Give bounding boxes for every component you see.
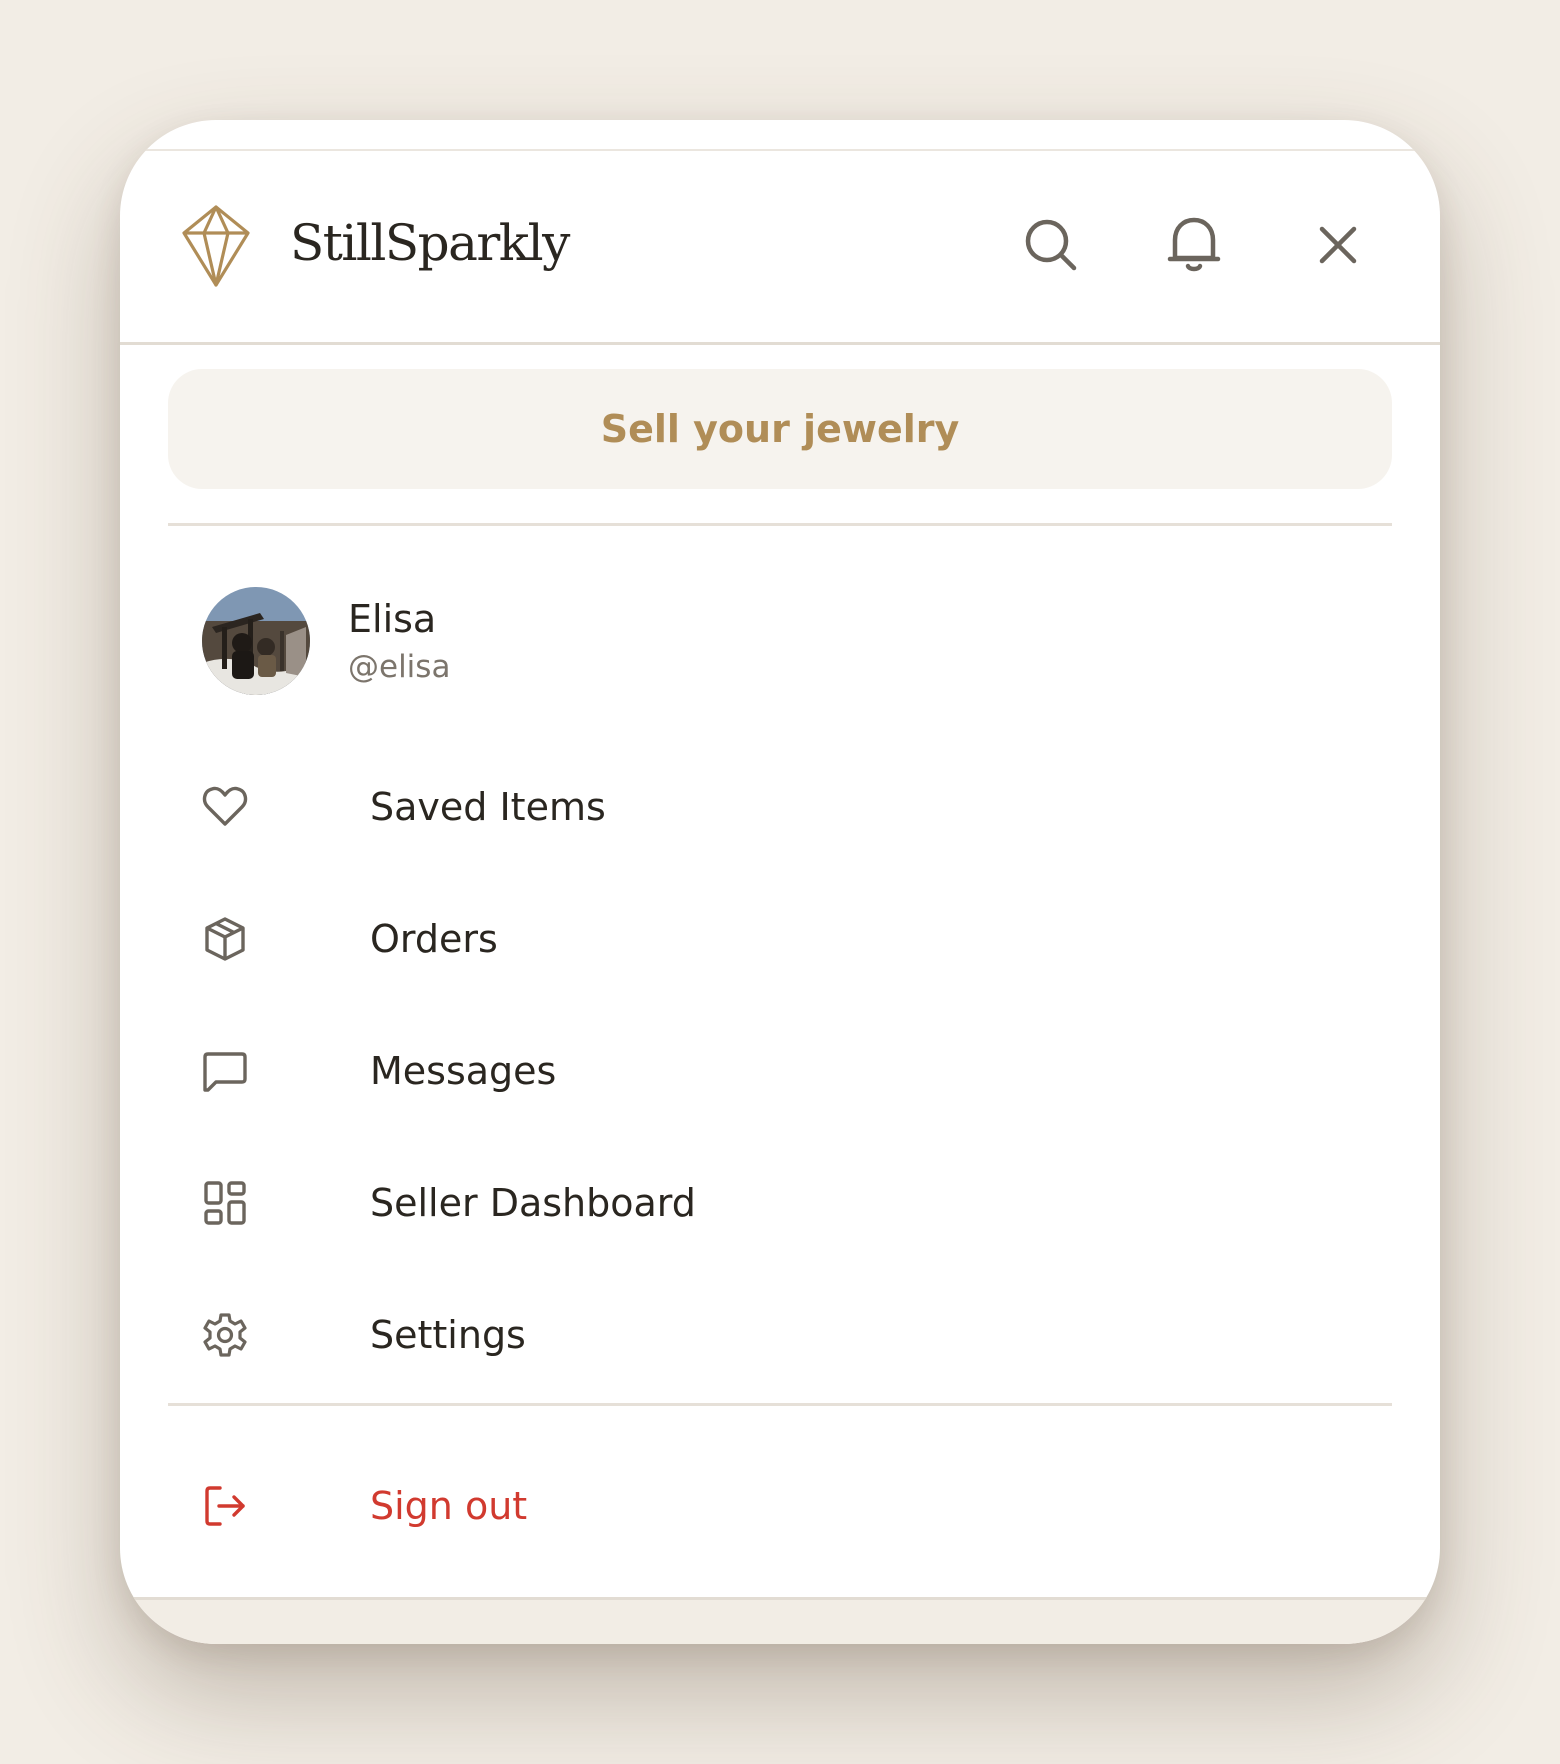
gear-icon [202, 1312, 248, 1358]
mobile-menu-panel: StillSparkly Sell your jewelry Elisa @el… [120, 120, 1440, 1644]
bell-icon [1165, 214, 1223, 280]
brand-name[interactable]: StillSparkly [290, 211, 570, 275]
menu-item-label: Seller Dashboard [370, 1181, 696, 1225]
menu-item-saved-items[interactable]: Saved Items [202, 764, 1352, 848]
profile-handle: @elisa [348, 649, 451, 685]
logout-icon [202, 1483, 248, 1529]
search-button[interactable] [1013, 209, 1089, 285]
section-divider [168, 523, 1392, 526]
menu-item-label: Saved Items [370, 785, 606, 829]
diamond-logo-icon[interactable] [180, 203, 252, 289]
menu-item-messages[interactable]: Messages [202, 1028, 1352, 1112]
menu-item-label: Settings [370, 1313, 526, 1357]
heart-icon [202, 784, 248, 830]
menu-item-label: Messages [370, 1049, 557, 1093]
notifications-button[interactable] [1156, 209, 1232, 285]
profile-name: Elisa [348, 597, 437, 641]
close-button[interactable] [1300, 209, 1376, 285]
avatar [202, 587, 310, 695]
message-icon [202, 1048, 248, 1094]
panel-footer [120, 1597, 1440, 1644]
package-icon [202, 916, 248, 962]
menu-item-seller-dashboard[interactable]: Seller Dashboard [202, 1160, 1352, 1244]
dashboard-icon [202, 1180, 248, 1226]
section-divider [168, 1403, 1392, 1406]
menu-item-settings[interactable]: Settings [202, 1292, 1352, 1376]
sell-jewelry-button[interactable]: Sell your jewelry [168, 369, 1392, 489]
sign-out-label: Sign out [370, 1484, 528, 1528]
search-icon [1022, 216, 1080, 278]
profile-row[interactable]: Elisa @elisa [202, 587, 802, 697]
menu-item-orders[interactable]: Orders [202, 896, 1352, 980]
menu-item-label: Orders [370, 917, 498, 961]
menu-header: StillSparkly [120, 151, 1440, 345]
close-icon [1316, 223, 1360, 271]
sign-out-button[interactable]: Sign out [202, 1463, 1352, 1547]
